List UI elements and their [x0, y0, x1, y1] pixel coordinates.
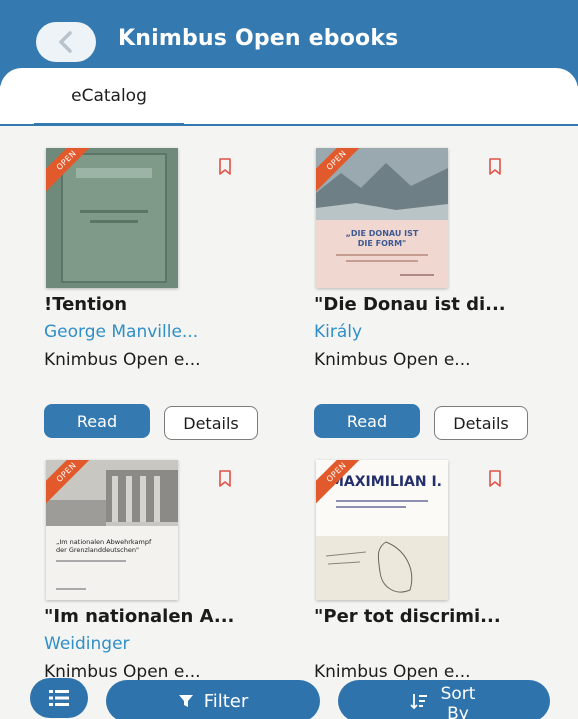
svg-text:MAXIMILIAN I.: MAXIMILIAN I. [330, 474, 442, 490]
book-cover[interactable]: „Im nationalen Abwehrkampf der Grenzland… [46, 460, 178, 600]
book-author[interactable]: George Manville... [44, 322, 296, 342]
bottom-action-bar: Filter Sort By [0, 672, 578, 719]
book-grid: OPEN !Tention George Manville... Knimbus… [0, 128, 578, 682]
bookmark-icon[interactable] [218, 158, 232, 176]
sort-button[interactable]: Sort By [338, 680, 550, 719]
book-title[interactable]: "Per tot discrimi... [314, 606, 566, 627]
read-button[interactable]: Read [44, 404, 150, 438]
book-cover[interactable]: MAXIMILIAN I. OPEN [316, 460, 448, 600]
filter-label: Filter [203, 690, 249, 712]
chevron-left-icon [59, 31, 72, 53]
app-title: Knimbus Open ebooks [118, 26, 399, 51]
svg-text:DIE FORM": DIE FORM" [358, 239, 406, 248]
list-icon [49, 690, 69, 706]
svg-text:der Grenzlanddeutschen": der Grenzlanddeutschen" [56, 546, 139, 554]
book-author[interactable]: Király [314, 322, 566, 342]
read-button[interactable]: Read [314, 404, 420, 438]
back-button[interactable] [36, 22, 96, 62]
sort-icon [410, 694, 427, 710]
tab-bar: eCatalog [0, 68, 578, 126]
sort-label: Sort By [440, 684, 476, 719]
book-source: Knimbus Open e... [314, 350, 471, 370]
book-title[interactable]: "Im nationalen A... [44, 606, 296, 627]
book-title[interactable]: !Tention [44, 294, 296, 315]
bookmark-icon[interactable] [488, 470, 502, 488]
book-cover[interactable]: „DIE DONAU IST DIE FORM" OPEN [316, 148, 448, 288]
bookmark-icon[interactable] [488, 158, 502, 176]
details-button[interactable]: Details [164, 406, 258, 440]
book-source: Knimbus Open e... [44, 350, 201, 370]
list-view-button[interactable] [30, 678, 88, 718]
bookmark-icon[interactable] [218, 470, 232, 488]
tab-label: eCatalog [71, 86, 147, 106]
svg-text:„Im nationalen Abwehrkampf: „Im nationalen Abwehrkampf [56, 538, 152, 546]
tab-ecatalog[interactable]: eCatalog [34, 82, 184, 126]
book-author[interactable]: Weidinger [44, 634, 296, 654]
filter-icon [178, 695, 193, 707]
details-button[interactable]: Details [434, 406, 528, 440]
book-cover[interactable]: OPEN [46, 148, 178, 288]
book-title[interactable]: "Die Donau ist di... [314, 294, 566, 315]
svg-text:„DIE DONAU IST: „DIE DONAU IST [346, 229, 419, 238]
filter-button[interactable]: Filter [106, 680, 320, 719]
